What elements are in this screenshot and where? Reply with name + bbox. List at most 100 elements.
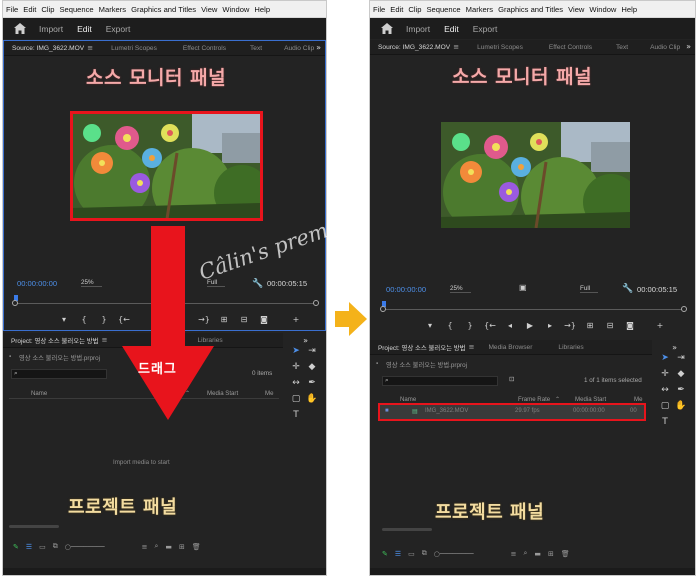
project-panel-menu-icon[interactable]: ≡ xyxy=(102,336,108,344)
menu-markers[interactable]: Markers xyxy=(99,5,126,14)
sort-icons-icon[interactable]: ≡ xyxy=(511,550,517,558)
pen-icon[interactable]: ✒ xyxy=(675,384,687,396)
hand-tool-icon[interactable]: ✋ xyxy=(306,393,318,405)
menu-sequence[interactable]: Sequence xyxy=(59,5,93,14)
rectangle-tool-icon[interactable]: ▢ xyxy=(659,400,671,412)
tab-libraries[interactable]: Libraries xyxy=(558,344,583,351)
new-bin-icon[interactable]: ▬ xyxy=(534,550,541,558)
tab-source[interactable]: Source: IMG_3622.MOV xyxy=(12,45,84,52)
zoom-slider[interactable]: ○──────── xyxy=(434,550,474,558)
tab-audio-clip[interactable]: Audio Clip xyxy=(650,44,680,51)
column-media-end[interactable]: Me xyxy=(634,396,642,403)
menu-view[interactable]: View xyxy=(201,5,217,14)
tab-effect-controls[interactable]: Effect Controls xyxy=(183,45,226,52)
pen-tool-icon[interactable]: ✎ xyxy=(382,550,388,558)
tab-audio-clip[interactable]: Audio Clip xyxy=(284,45,314,52)
workspace-export[interactable]: Export xyxy=(473,24,498,34)
scrub-bar[interactable] xyxy=(384,309,682,310)
menu-edit[interactable]: Edit xyxy=(390,5,403,14)
type-tool-icon[interactable]: T xyxy=(659,416,671,428)
tab-project[interactable]: Project: 영상 소스 불러오는 방법 xyxy=(11,336,99,345)
tab-source[interactable]: Source: IMG_3622.MOV xyxy=(378,44,450,51)
step-back-icon[interactable]: ◂ xyxy=(500,321,520,330)
wrench-icon[interactable]: 🔧 xyxy=(252,278,263,289)
tab-text[interactable]: Text xyxy=(616,44,628,51)
sort-icon[interactable]: ⌃ xyxy=(555,396,560,403)
slip-tool-icon[interactable]: ↔ xyxy=(290,377,302,389)
sort-icons-icon[interactable]: ≡ xyxy=(142,543,148,551)
ripple-edit-icon[interactable]: ✛ xyxy=(659,368,671,380)
workspace-edit[interactable]: Edit xyxy=(77,24,92,34)
search-input[interactable]: ⌕ xyxy=(382,376,498,386)
camera-icon[interactable]: ◙ xyxy=(620,321,640,330)
insert-icon[interactable]: ⊞ xyxy=(580,321,600,330)
freeform-view-icon[interactable]: ⧉ xyxy=(53,542,58,551)
trash-icon[interactable]: 🗑 xyxy=(192,543,201,551)
step-forward-icon[interactable]: ▸ xyxy=(540,321,560,330)
overwrite-icon[interactable]: ⊟ xyxy=(234,315,254,324)
workspace-import[interactable]: Import xyxy=(39,24,63,34)
zoom-handle-right[interactable] xyxy=(313,300,319,306)
find-icon[interactable]: ⌕ xyxy=(523,549,527,558)
mark-in-icon[interactable]: { xyxy=(440,321,460,330)
workspace-export[interactable]: Export xyxy=(106,24,131,34)
icon-view-icon[interactable]: ▭ xyxy=(39,543,46,551)
more-panels-icon[interactable]: » xyxy=(686,42,691,51)
zoom-dropdown[interactable]: 25% xyxy=(81,279,102,287)
tab-text[interactable]: Text xyxy=(250,45,262,52)
horizontal-scrollbar[interactable] xyxy=(382,528,432,531)
mark-in-icon[interactable]: { xyxy=(74,315,94,324)
mark-out-icon[interactable]: } xyxy=(460,321,480,330)
table-row[interactable]: ■ ▤ IMG_3622.MOV 29.97 fps 00:00:00:00 0… xyxy=(378,403,646,421)
menu-view[interactable]: View xyxy=(568,5,584,14)
menu-clip[interactable]: Clip xyxy=(41,5,54,14)
new-item-icon[interactable]: ⊞ xyxy=(548,550,554,558)
horizontal-scrollbar[interactable] xyxy=(9,525,59,528)
pen-tool-icon[interactable]: ✎ xyxy=(13,543,19,551)
tab-lumetri-scopes[interactable]: Lumetri Scopes xyxy=(111,45,157,52)
tab-lumetri-scopes[interactable]: Lumetri Scopes xyxy=(477,44,523,51)
timecode-in[interactable]: 00:00:00:00 xyxy=(17,279,57,288)
home-icon[interactable] xyxy=(380,22,394,36)
timecode-in[interactable]: 00:00:00:00 xyxy=(386,285,426,294)
type-tool-icon[interactable]: T xyxy=(290,409,302,421)
column-name[interactable]: Name xyxy=(31,390,47,397)
panel-menu-icon[interactable]: ≡ xyxy=(453,43,459,51)
menu-file[interactable]: File xyxy=(6,5,18,14)
overwrite-icon[interactable]: ⊟ xyxy=(600,321,620,330)
menu-graphics[interactable]: Graphics and Titles xyxy=(498,5,563,14)
tab-project[interactable]: Project: 영상 소스 불러오는 방법 xyxy=(378,343,466,352)
panel-menu-icon[interactable]: ≡ xyxy=(87,44,93,52)
mark-out-icon[interactable]: } xyxy=(94,315,114,324)
slip-tool-icon[interactable]: ↔ xyxy=(659,384,671,396)
track-select-icon[interactable]: ⇥ xyxy=(306,345,318,357)
go-to-out-icon[interactable]: →} xyxy=(560,321,580,330)
list-view-icon[interactable]: ☰ xyxy=(395,550,401,558)
find-icon[interactable]: ⌕ xyxy=(154,542,158,551)
more-panels-icon[interactable]: » xyxy=(316,43,321,52)
camera-icon[interactable]: ◙ xyxy=(254,315,274,324)
pen-icon[interactable]: ✒ xyxy=(306,377,318,389)
column-media-end[interactable]: Me xyxy=(265,390,273,397)
new-search-bin-icon[interactable]: ⊡ xyxy=(509,376,514,383)
settings-icon[interactable]: ▣ xyxy=(519,283,527,292)
zoom-handle-left[interactable] xyxy=(380,306,386,312)
selection-tool-icon[interactable]: ➤ xyxy=(659,352,671,364)
column-name[interactable]: Name xyxy=(400,396,416,403)
menu-sequence[interactable]: Sequence xyxy=(426,5,460,14)
add-button-icon[interactable]: + xyxy=(650,321,670,330)
add-marker-icon[interactable]: ▾ xyxy=(420,321,440,330)
freeform-view-icon[interactable]: ⧉ xyxy=(422,549,427,558)
ripple-edit-icon[interactable]: ✛ xyxy=(290,361,302,373)
wrench-icon[interactable]: 🔧 xyxy=(622,283,633,294)
zoom-handle-left[interactable] xyxy=(12,300,18,306)
track-select-icon[interactable]: ⇥ xyxy=(675,352,687,364)
menu-file[interactable]: File xyxy=(373,5,385,14)
menu-edit[interactable]: Edit xyxy=(23,5,36,14)
menu-clip[interactable]: Clip xyxy=(408,5,421,14)
play-icon[interactable]: ▶ xyxy=(520,321,540,330)
new-bin-icon[interactable]: ▬ xyxy=(165,543,172,551)
tab-media-browser[interactable]: Media Browser xyxy=(488,344,532,351)
razor-tool-icon[interactable]: ◆ xyxy=(306,361,318,373)
zoom-dropdown[interactable]: 25% xyxy=(450,285,471,293)
